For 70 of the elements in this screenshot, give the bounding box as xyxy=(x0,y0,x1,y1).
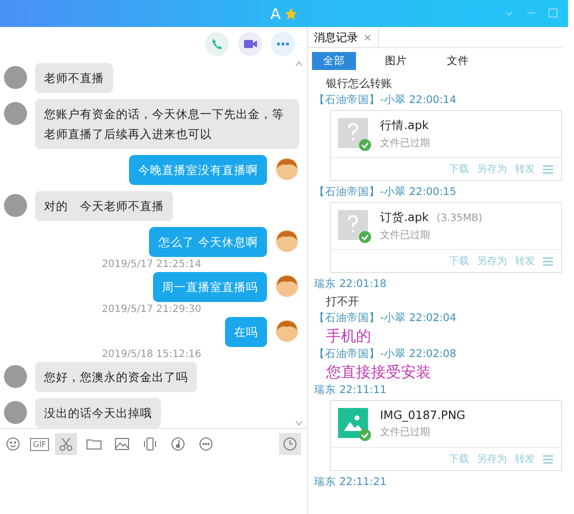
file-action-link[interactable]: 转发 xyxy=(515,254,535,268)
message-text: 打不开 xyxy=(325,294,360,310)
menu-icon[interactable] xyxy=(543,164,553,174)
scissors-icon[interactable] xyxy=(55,433,78,455)
file-status: 文件已过期 xyxy=(380,136,430,150)
avatar xyxy=(4,66,27,89)
message-bubble: 今晚直播室没有直播啊 xyxy=(129,155,267,185)
message-bubble: 周一直播室直播吗 xyxy=(153,272,267,302)
message-text: 银行怎么转账 xyxy=(325,76,393,92)
avatar xyxy=(275,274,299,298)
avatar xyxy=(4,365,27,388)
message-text: 手机的 xyxy=(325,326,372,347)
gif-button[interactable]: GIF xyxy=(30,438,50,450)
filter-tab[interactable]: 文件 xyxy=(436,52,480,70)
message-header: 【石油帝国】-小翠 22:00:15 xyxy=(314,185,458,200)
file-size: (3.35MB) xyxy=(436,213,482,224)
message-bubble: 老师不直播 xyxy=(35,63,113,93)
message-bubble: 对的 今天老师不直播 xyxy=(35,191,173,221)
image-file-icon xyxy=(338,408,372,442)
avatar xyxy=(275,319,299,343)
file-name: IMG_0187.PNG xyxy=(380,408,466,422)
file-action-link[interactable]: 另存为 xyxy=(477,452,507,466)
unknown-file-icon xyxy=(338,210,372,244)
timestamp: 2019/5/17 21:29:30 xyxy=(100,304,202,315)
timestamp: 2019/5/17 21:25:14 xyxy=(100,259,202,270)
file-name: 行情.apk xyxy=(380,118,429,132)
avatar xyxy=(4,401,27,424)
timestamp: 2019/5/18 15:12:16 xyxy=(100,349,202,360)
file-action-link[interactable]: 另存为 xyxy=(477,254,507,268)
file-action-link[interactable]: 下载 xyxy=(449,162,469,176)
phone-icon[interactable] xyxy=(205,32,229,56)
scroll-up-icon[interactable] xyxy=(295,61,303,67)
message-text: 您直接接受安装 xyxy=(325,362,432,383)
message-bubble: 在吗 xyxy=(225,317,267,347)
video-call-icon[interactable] xyxy=(238,32,262,56)
filter-tab[interactable]: 全部 xyxy=(312,52,356,70)
clock-icon[interactable] xyxy=(279,433,301,455)
close-button[interactable]: × xyxy=(363,30,372,44)
tab-label: 消息记录 xyxy=(314,30,358,44)
more-icon[interactable] xyxy=(271,32,295,56)
history-tab[interactable]: 消息记录 × xyxy=(308,27,380,47)
avatar xyxy=(4,102,27,125)
file-status: 文件已过期 xyxy=(380,426,431,439)
menu-icon[interactable] xyxy=(543,256,553,266)
file-action-link[interactable]: 下载 xyxy=(449,452,469,466)
message-header: 瑞东 22:11:11 xyxy=(314,383,388,398)
message-header: 【石油帝国】-小翠 22:02:08 xyxy=(314,347,458,362)
message-bubble: 怎么了 今天休息啊 xyxy=(149,227,267,257)
message-bubble: 您好，您澳永的资金出了吗 xyxy=(35,362,197,392)
menu-icon[interactable] xyxy=(543,454,553,464)
avatar xyxy=(275,157,299,181)
message-header: 瑞东 22:11:21 xyxy=(314,475,388,490)
filter-tab[interactable]: 图片 xyxy=(374,52,418,70)
message-bubble: 没出的话今天出掉哦 xyxy=(35,398,161,428)
file-action-link[interactable]: 转发 xyxy=(515,452,535,466)
file-status: 文件已过期 xyxy=(380,228,431,242)
file-action-link[interactable]: 下载 xyxy=(449,254,469,268)
star-icon xyxy=(284,6,298,20)
avatar xyxy=(4,194,27,217)
window-title: A xyxy=(270,4,281,22)
scroll-down-icon[interactable] xyxy=(295,420,303,426)
file-name: 订货.apk xyxy=(380,210,429,224)
message-bubble: 您账户有资金的话，今天休息一下先出金，等老师直播了后续再入进来也可以 xyxy=(35,99,299,149)
unknown-file-icon xyxy=(338,118,372,152)
message-header: 【石油帝国】-小翠 22:00:14 xyxy=(314,93,458,108)
message-header: 【石油帝国】-小翠 22:02:04 xyxy=(314,311,458,326)
avatar xyxy=(275,229,299,253)
file-action-link[interactable]: 另存为 xyxy=(477,162,507,176)
message-header: 瑞东 22:01:18 xyxy=(314,277,388,292)
file-action-link[interactable]: 转发 xyxy=(515,162,535,176)
